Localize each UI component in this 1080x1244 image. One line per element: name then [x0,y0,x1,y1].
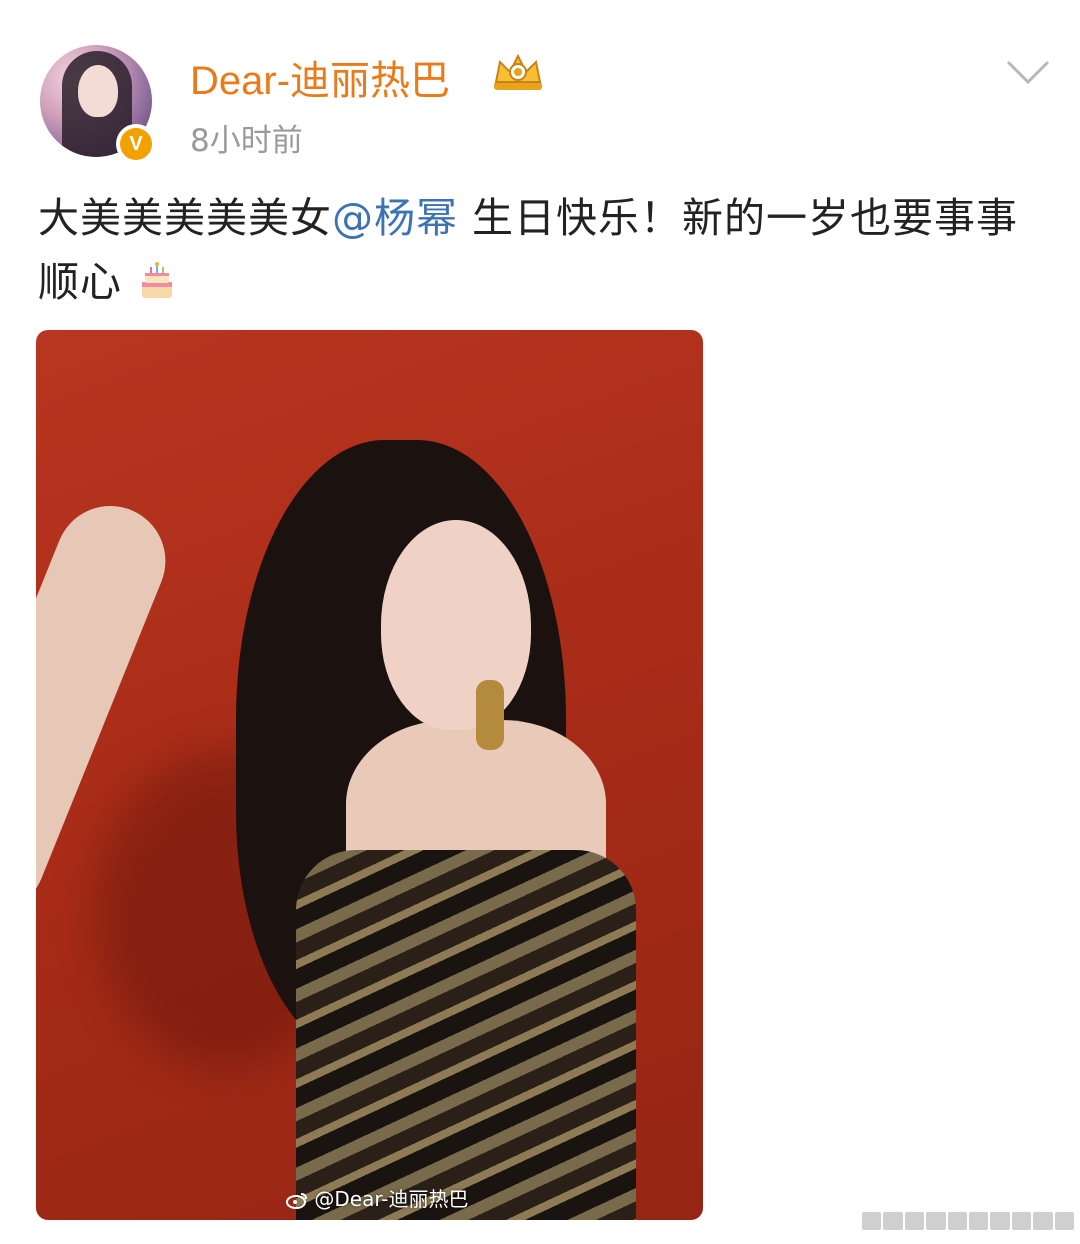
chevron-down-icon[interactable] [1005,58,1051,88]
watermark-text: @Dear-迪丽热巴 [314,1187,469,1211]
image-face [381,520,531,730]
image-earring [476,680,504,750]
crown-icon[interactable] [490,52,546,92]
image-watermark: @Dear-迪丽热巴 [286,1183,468,1212]
image-dress [296,850,636,1220]
mention-link[interactable]: @杨幂 [332,194,458,242]
weibo-icon [286,1193,307,1209]
post-text: 大美美美美美女@杨幂 生日快乐！新的一岁也要事事顺心 [38,186,1048,314]
post-image[interactable]: @Dear-迪丽热巴 [36,330,703,1220]
post-text-part: 大美美美美美女 [38,194,332,242]
avatar-face [78,65,118,117]
cake-icon [142,262,173,298]
post-time: 8小时前 [190,123,303,159]
scroll-indicator [862,1212,1075,1230]
author-name[interactable]: Dear-迪丽热巴 [190,48,450,106]
verified-badge-icon: V [116,124,156,164]
verified-badge-label: V [120,128,152,160]
